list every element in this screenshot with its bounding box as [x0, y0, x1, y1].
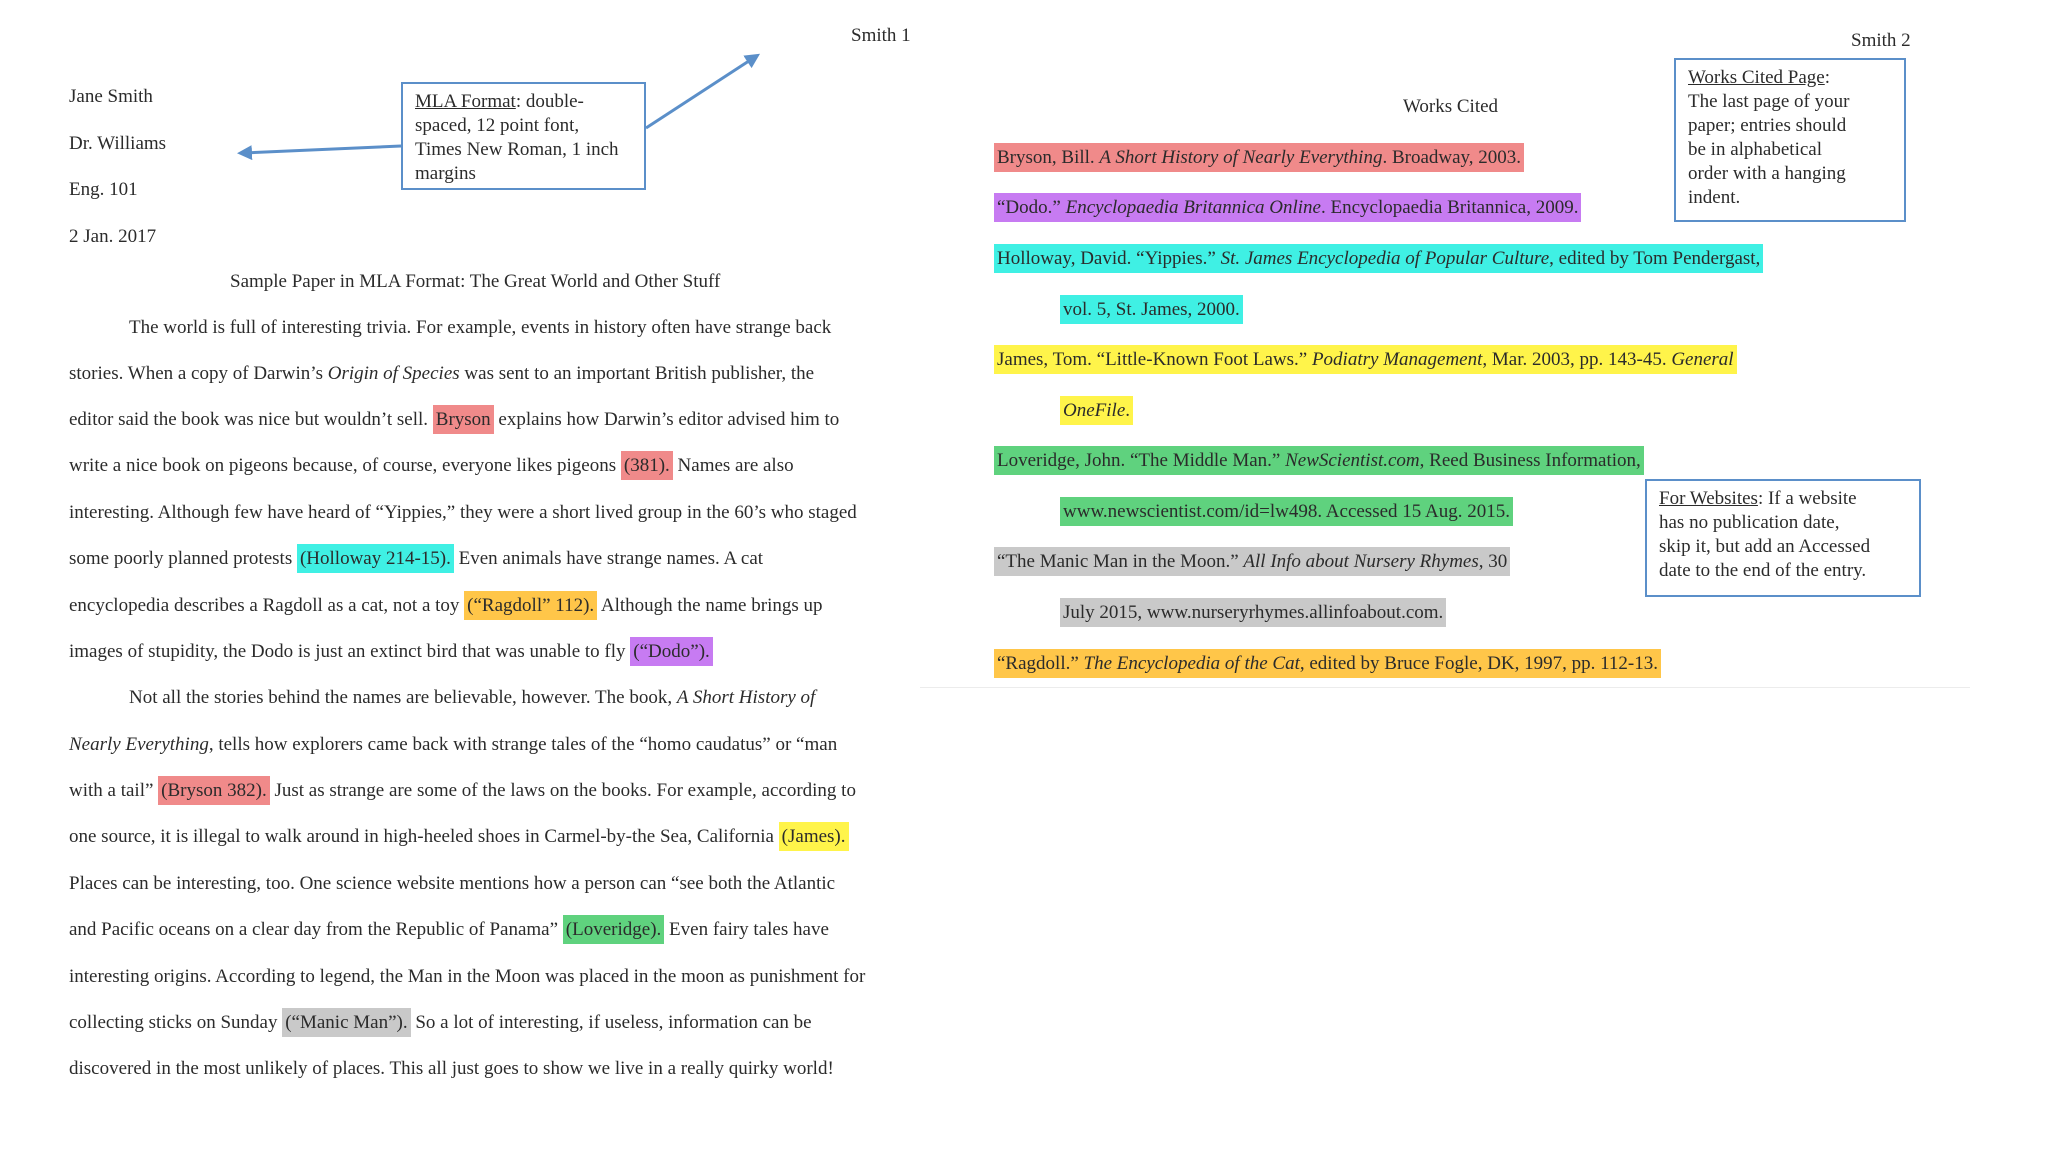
works-cited-entry: “The Manic Man in the Moon.” All Info ab… [994, 547, 1511, 576]
body-line: Nearly Everything, tells how explorers c… [69, 734, 838, 755]
works-cited-entry-cont: July 2015, www.nurseryrhymes.allinfoabou… [1060, 598, 1447, 627]
websites-callout: For Websites: If a website has no public… [1645, 479, 1921, 597]
citation-highlight: (James). [778, 822, 849, 851]
callout-line: skip it, but add an Accessed [1659, 536, 1871, 557]
body-line: and Pacific oceans on a clear day from t… [69, 915, 829, 944]
callout-line: The last page of your [1688, 91, 1850, 112]
body-line: Not all the stories behind the names are… [129, 687, 816, 708]
body-line: interesting origins. According to legend… [69, 966, 866, 987]
callout-line: : If a website [1757, 488, 1857, 509]
callout-label: For Websites [1659, 488, 1758, 509]
body-line: interesting. Although few have heard of … [69, 502, 857, 523]
body-line: discovered in the most unlikely of place… [69, 1058, 834, 1079]
body-line: The world is full of interesting trivia.… [129, 317, 832, 338]
works-cited-title: Works Cited [1403, 96, 1499, 117]
works-cited-entry-cont: vol. 5, St. James, 2000. [1060, 295, 1243, 324]
callout-line: paper; entries should [1688, 115, 1847, 136]
callout-line: date to the end of the entry. [1659, 560, 1867, 581]
callout-line: order with a hanging [1688, 163, 1846, 184]
callout-line: has no publication date, [1659, 512, 1840, 533]
book-title: Nearly Everything [69, 734, 209, 755]
citation-highlight: (Holloway 214-15). [296, 544, 454, 573]
callout-line: be in alphabetical [1688, 139, 1822, 160]
body-line: some poorly planned protests (Holloway 2… [69, 544, 763, 573]
book-title: Origin of Species [327, 363, 460, 384]
callout-line: indent. [1688, 187, 1741, 208]
citation-highlight: (Bryson 382). [158, 776, 270, 805]
body-line: write a nice book on pigeons because, of… [69, 451, 794, 480]
body-line: collecting sticks on Sunday (“Manic Man”… [69, 1008, 812, 1037]
citation-highlight: (“Dodo”). [630, 637, 713, 666]
page-divider [920, 687, 1970, 688]
works-cited-entry: Loveridge, John. “The Middle Man.” NewSc… [994, 446, 1644, 475]
body-line: editor said the book was nice but wouldn… [69, 405, 839, 434]
works-cited-entry: Holloway, David. “Yippies.” St. James En… [994, 244, 1764, 273]
arrow-to-page-number [645, 53, 761, 130]
citation-highlight: (381). [620, 451, 673, 480]
citation-highlight: (“Manic Man”). [282, 1008, 411, 1037]
paper-title: Sample Paper in MLA Format: The Great Wo… [230, 271, 721, 292]
body-line: Places can be interesting, too. One scie… [69, 873, 836, 894]
arrow-to-heading [237, 144, 402, 161]
works-cited-entry: “Ragdoll.” The Encyclopedia of the Cat, … [994, 649, 1662, 678]
page2-header: Smith 2 [1851, 30, 1911, 51]
body-line: with a tail” (Bryson 382). Just as stran… [69, 776, 856, 805]
body-line: encyclopedia describes a Ragdoll as a ca… [69, 591, 823, 620]
works-cited-callout: Works Cited Page: The last page of your … [1674, 58, 1906, 222]
body-line: one source, it is illegal to walk around… [69, 822, 849, 851]
works-cited-entry-cont: www.newscientist.com/id=lw498. Accessed … [1060, 497, 1513, 526]
works-cited-entry: James, Tom. “Little-Known Foot Laws.” Po… [994, 345, 1737, 374]
callout-line: : [1824, 67, 1831, 88]
citation-highlight: (“Ragdoll” 112). [464, 591, 598, 620]
callout-label: Works Cited Page [1688, 67, 1825, 88]
works-cited-entry-cont: OneFile. [1060, 396, 1134, 425]
body-line: images of stupidity, the Dodo is just an… [69, 637, 713, 666]
citation-highlight: (Loveridge). [562, 915, 665, 944]
book-title: A Short History of [676, 687, 816, 708]
works-cited-entry: Bryson, Bill. A Short History of Nearly … [994, 143, 1525, 172]
body-line: stories. When a copy of Darwin’s Origin … [69, 363, 815, 384]
works-cited-entry: “Dodo.” Encyclopaedia Britannica Online.… [994, 193, 1582, 222]
citation-highlight: Bryson [432, 405, 494, 434]
